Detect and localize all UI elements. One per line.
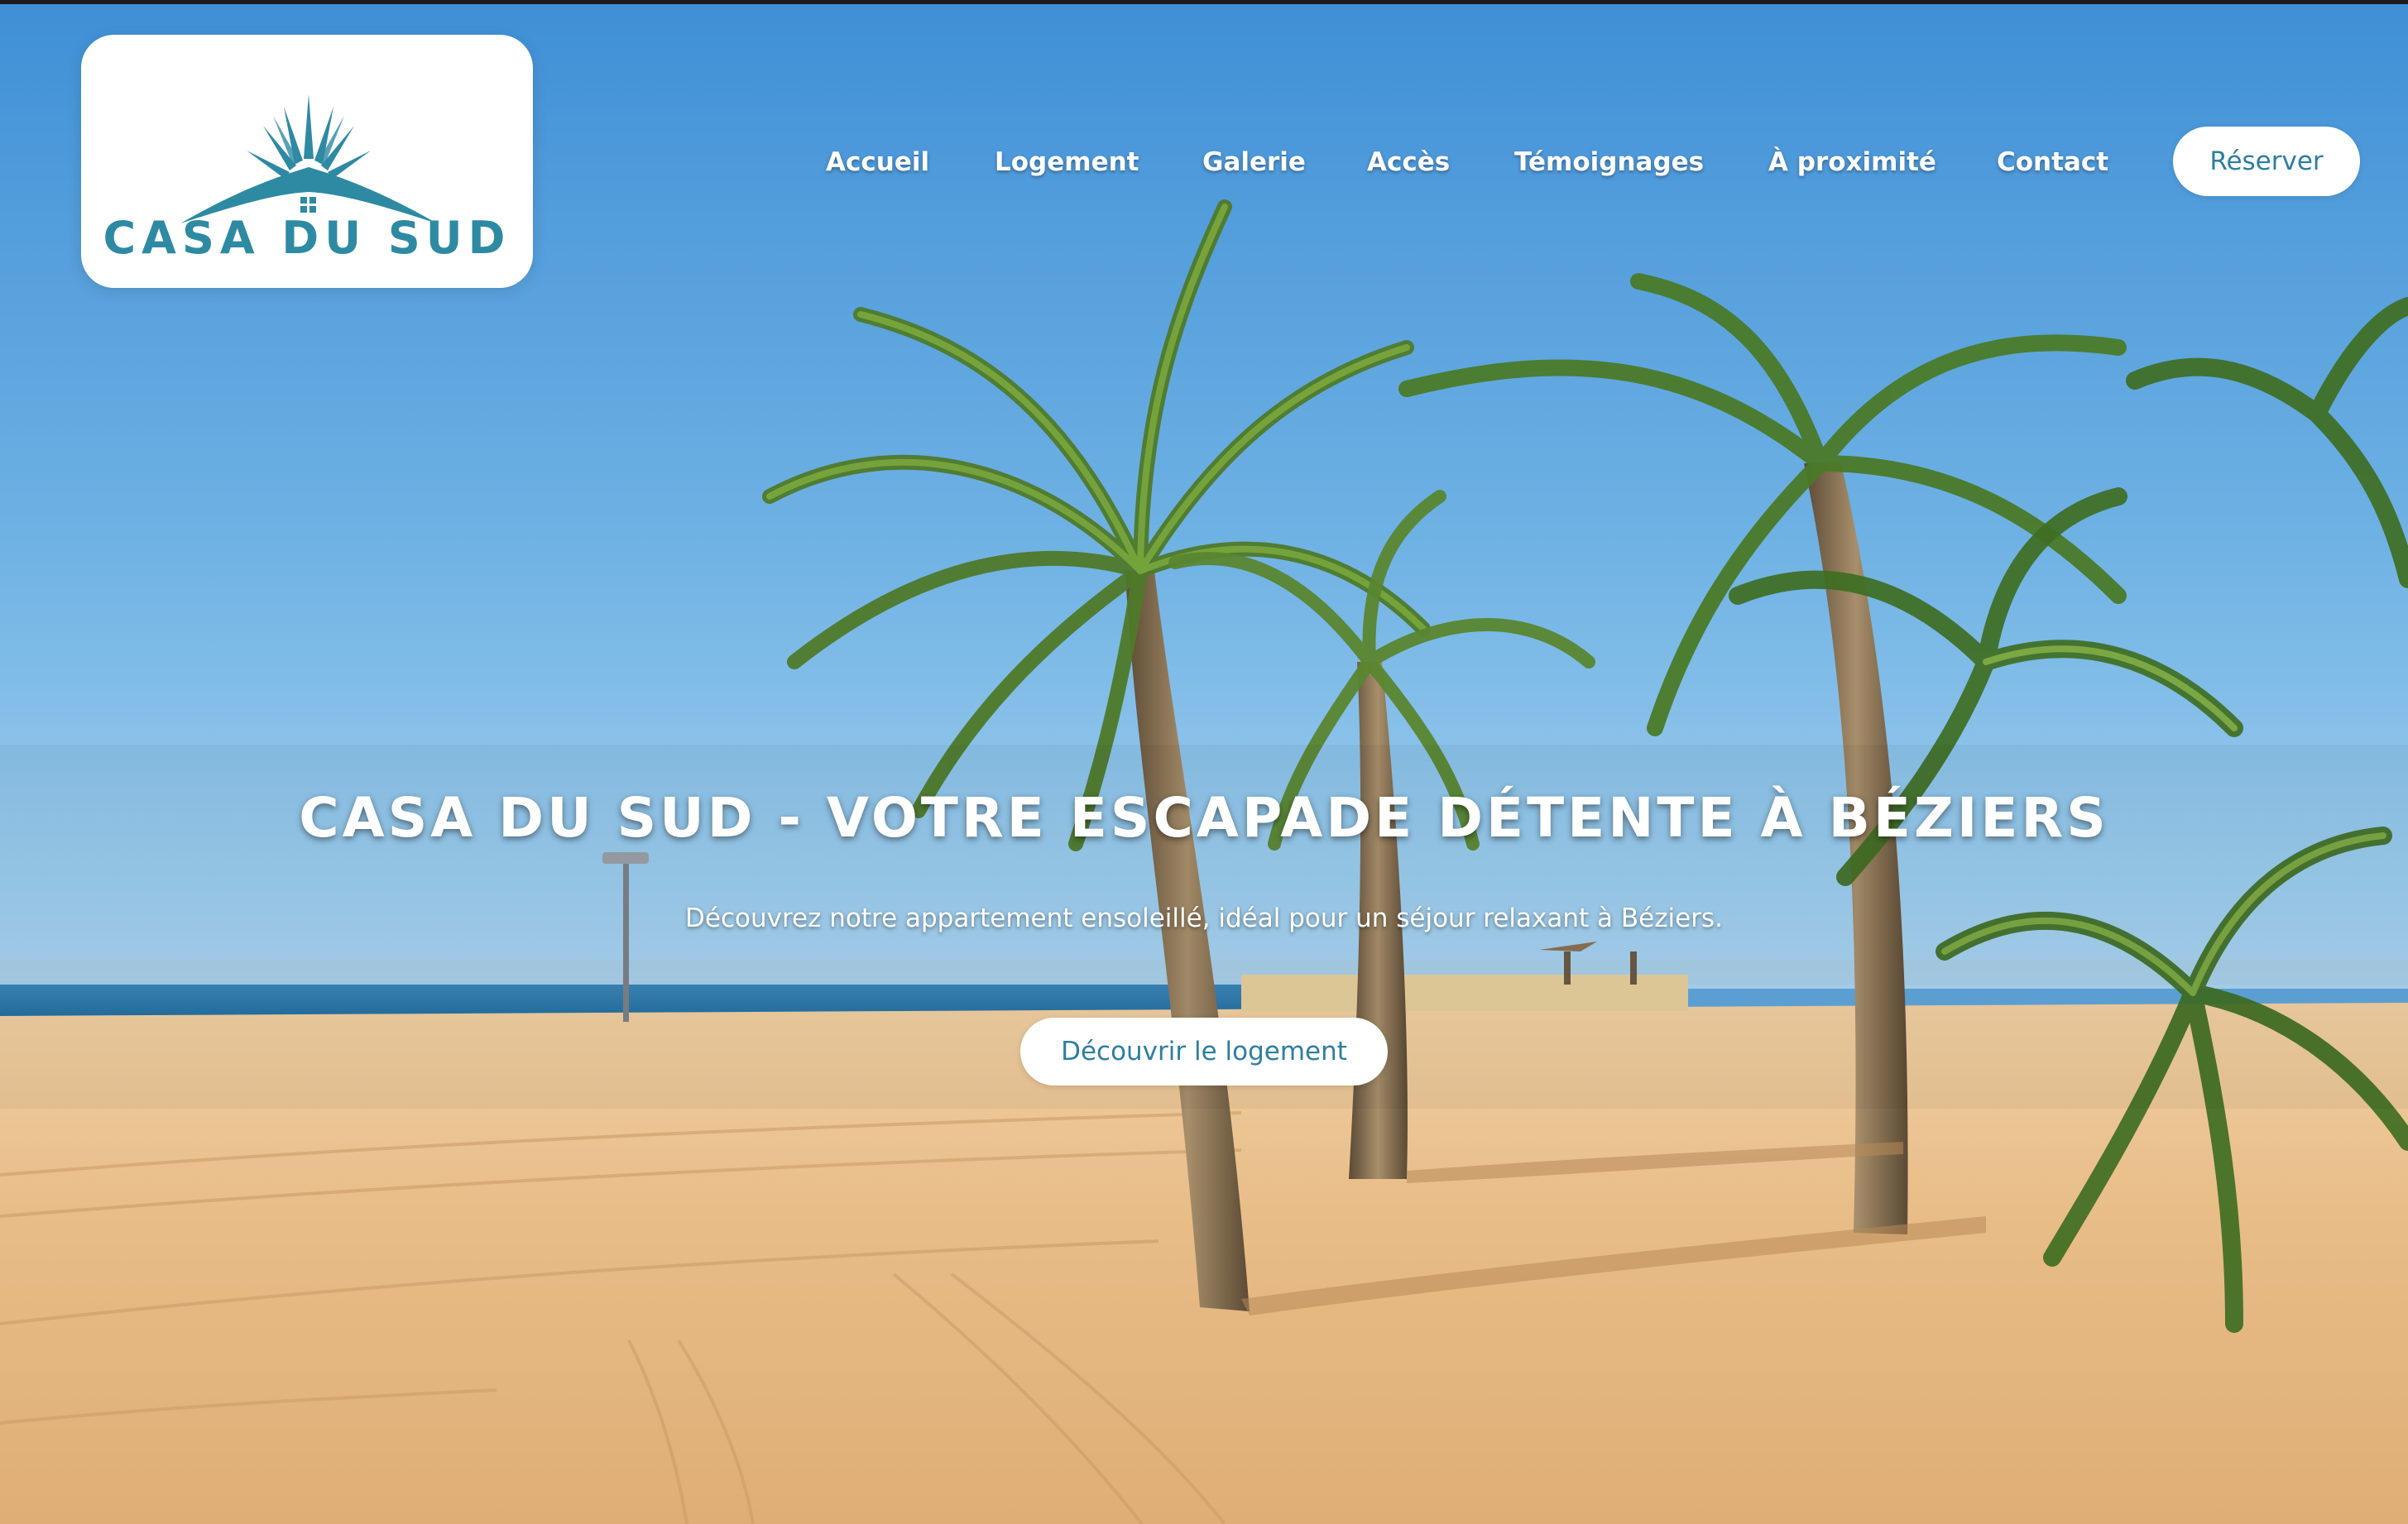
nav-item-temoignages[interactable]: Témoignages <box>1514 139 1704 185</box>
hero-section: CASA DU SUD Accueil Logement Galerie Acc… <box>0 0 2408 1524</box>
top-border <box>0 0 2408 4</box>
nav-item-logement[interactable]: Logement <box>995 139 1139 185</box>
hero-title: CASA DU SUD - VOTRE ESCAPADE DÉTENTE À B… <box>299 786 2109 850</box>
nav-item-acces[interactable]: Accès <box>1367 139 1450 185</box>
main-navigation: Accueil Logement Galerie Accès Témoignag… <box>0 139 2408 185</box>
nav-item-accueil[interactable]: Accueil <box>826 139 929 185</box>
nav-item-a-proximite[interactable]: À proximité <box>1768 139 1936 185</box>
hero-subtitle: Découvrez notre appartement ensoleillé, … <box>685 903 1723 933</box>
discover-accommodation-button[interactable]: Découvrir le logement <box>1020 1018 1388 1085</box>
nav-item-galerie[interactable]: Galerie <box>1202 139 1306 185</box>
logo-text: CASA DU SUD <box>103 212 511 264</box>
reserve-button[interactable]: Réserver <box>2173 127 2360 196</box>
nav-item-contact[interactable]: Contact <box>1997 139 2108 185</box>
